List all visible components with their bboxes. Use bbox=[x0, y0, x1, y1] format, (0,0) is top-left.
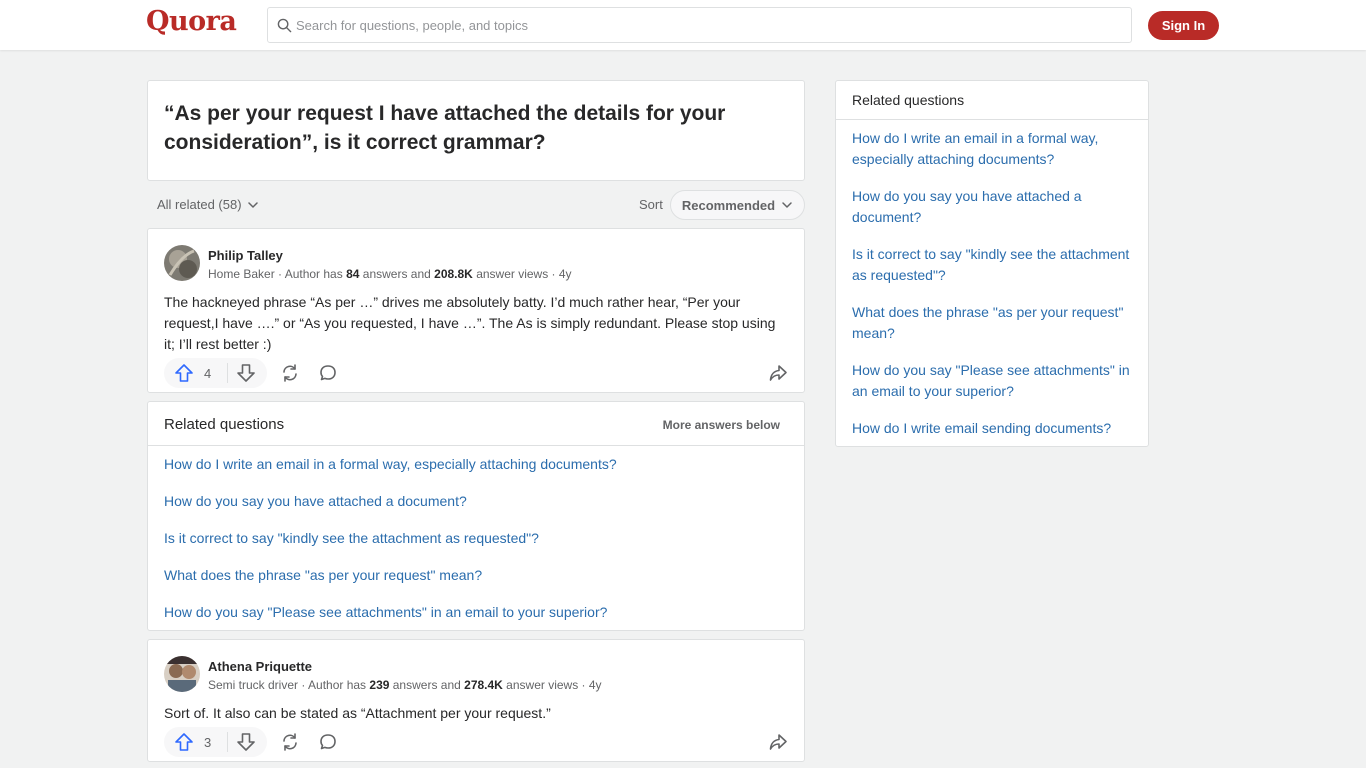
question-card: “As per your request I have attached the… bbox=[147, 80, 805, 181]
author-credentials: Semi truck driver · Author has 239 answe… bbox=[208, 678, 602, 692]
search-icon bbox=[277, 18, 292, 33]
share-arrow-icon bbox=[769, 365, 787, 381]
sign-in-button[interactable]: Sign In bbox=[1148, 11, 1219, 40]
avatar[interactable] bbox=[164, 245, 200, 281]
answer-card: Athena Priquette Semi truck driver · Aut… bbox=[147, 639, 805, 762]
sidebar-header: Related questions bbox=[836, 81, 1148, 120]
related-question-link[interactable]: How do you say you have attached a docum… bbox=[164, 493, 467, 509]
upvote-count: 4 bbox=[204, 365, 212, 381]
share-repost-button[interactable] bbox=[280, 363, 300, 383]
avatar[interactable] bbox=[164, 656, 200, 692]
upvote-button[interactable]: 4 bbox=[164, 358, 211, 388]
related-questions-inline: Related questions More answers below How… bbox=[147, 401, 805, 631]
answers-count: 84 bbox=[346, 267, 360, 281]
search-bar[interactable] bbox=[267, 7, 1132, 43]
chevron-down-icon bbox=[782, 202, 792, 208]
sidebar-question-link[interactable]: How do I write an email in a formal way,… bbox=[852, 128, 1137, 170]
sort-value: Recommended bbox=[681, 197, 776, 213]
downvote-icon bbox=[237, 733, 256, 751]
comment-icon bbox=[320, 365, 336, 381]
all-related-label: All related (58) bbox=[157, 197, 242, 212]
answer-text: The hackneyed phrase “As per …” drives m… bbox=[164, 294, 776, 352]
related-questions-header: Related questions More answers below bbox=[148, 402, 804, 446]
comment-icon bbox=[320, 734, 336, 750]
sidebar-question-link[interactable]: What does the phrase "as per your reques… bbox=[852, 302, 1137, 344]
share-button[interactable] bbox=[768, 363, 788, 383]
related-question-link[interactable]: What does the phrase "as per your reques… bbox=[164, 567, 482, 583]
author-name[interactable]: Athena Priquette bbox=[208, 659, 312, 674]
answer-views: 278.4K bbox=[464, 678, 503, 692]
more-answers-below: More answers below bbox=[662, 418, 780, 432]
quora-logo[interactable]: Quora bbox=[146, 6, 237, 37]
sidebar-question-link[interactable]: How do you say you have attached a docum… bbox=[852, 186, 1137, 228]
repost-icon bbox=[283, 733, 297, 751]
sidebar-related-questions: Related questions How do I write an emai… bbox=[835, 80, 1149, 447]
author-name[interactable]: Philip Talley bbox=[208, 248, 283, 263]
sidebar-question-link[interactable]: How do you say "Please see attachments" … bbox=[852, 360, 1137, 402]
downvote-icon bbox=[237, 364, 256, 382]
sidebar-question-link[interactable]: How do I write email sending documents? bbox=[852, 418, 1147, 439]
question-title: “As per your request I have attached the… bbox=[164, 102, 726, 154]
related-question-link[interactable]: How do you say "Please see attachments" … bbox=[164, 604, 607, 620]
search-input[interactable] bbox=[296, 8, 1116, 42]
sidebar-question-link[interactable]: Is it correct to say "kindly see the att… bbox=[852, 244, 1137, 286]
repost-icon bbox=[283, 364, 297, 382]
answer-card: Philip Talley Home Baker · Author has 84… bbox=[147, 228, 805, 393]
related-question-link[interactable]: How do I write an email in a formal way,… bbox=[164, 456, 617, 472]
share-repost-button[interactable] bbox=[280, 732, 300, 752]
downvote-button[interactable] bbox=[236, 732, 256, 752]
answer-actions: 4 bbox=[164, 358, 790, 388]
all-related-dropdown[interactable]: All related (58) bbox=[157, 197, 259, 212]
sort-dropdown[interactable]: Recommended bbox=[670, 190, 805, 220]
author-credentials: Home Baker · Author has 84 answers and 2… bbox=[208, 267, 572, 281]
upvote-button[interactable]: 3 bbox=[164, 727, 211, 757]
vote-pill: 3 bbox=[164, 727, 267, 757]
answer-actions: 3 bbox=[164, 727, 790, 757]
related-questions-title: Related questions bbox=[164, 416, 285, 433]
upvote-count: 3 bbox=[204, 734, 212, 750]
related-question-link[interactable]: Is it correct to say "kindly see the att… bbox=[164, 530, 539, 546]
chevron-down-icon bbox=[247, 201, 258, 208]
sidebar-title: Related questions bbox=[852, 92, 965, 108]
comment-button[interactable] bbox=[318, 732, 338, 752]
downvote-button[interactable] bbox=[236, 363, 256, 383]
answers-count: 239 bbox=[369, 678, 390, 692]
upvote-icon bbox=[175, 733, 193, 751]
vote-pill: 4 bbox=[164, 358, 267, 388]
share-arrow-icon bbox=[769, 734, 787, 750]
upvote-icon bbox=[175, 364, 193, 382]
share-button[interactable] bbox=[768, 732, 788, 752]
sort-label: Sort bbox=[639, 197, 663, 212]
top-header: Quora Sign In bbox=[0, 0, 1366, 50]
answer-text: Sort of. It also can be stated as “Attac… bbox=[164, 705, 551, 721]
comment-button[interactable] bbox=[318, 363, 338, 383]
answer-views: 208.8K bbox=[434, 267, 473, 281]
